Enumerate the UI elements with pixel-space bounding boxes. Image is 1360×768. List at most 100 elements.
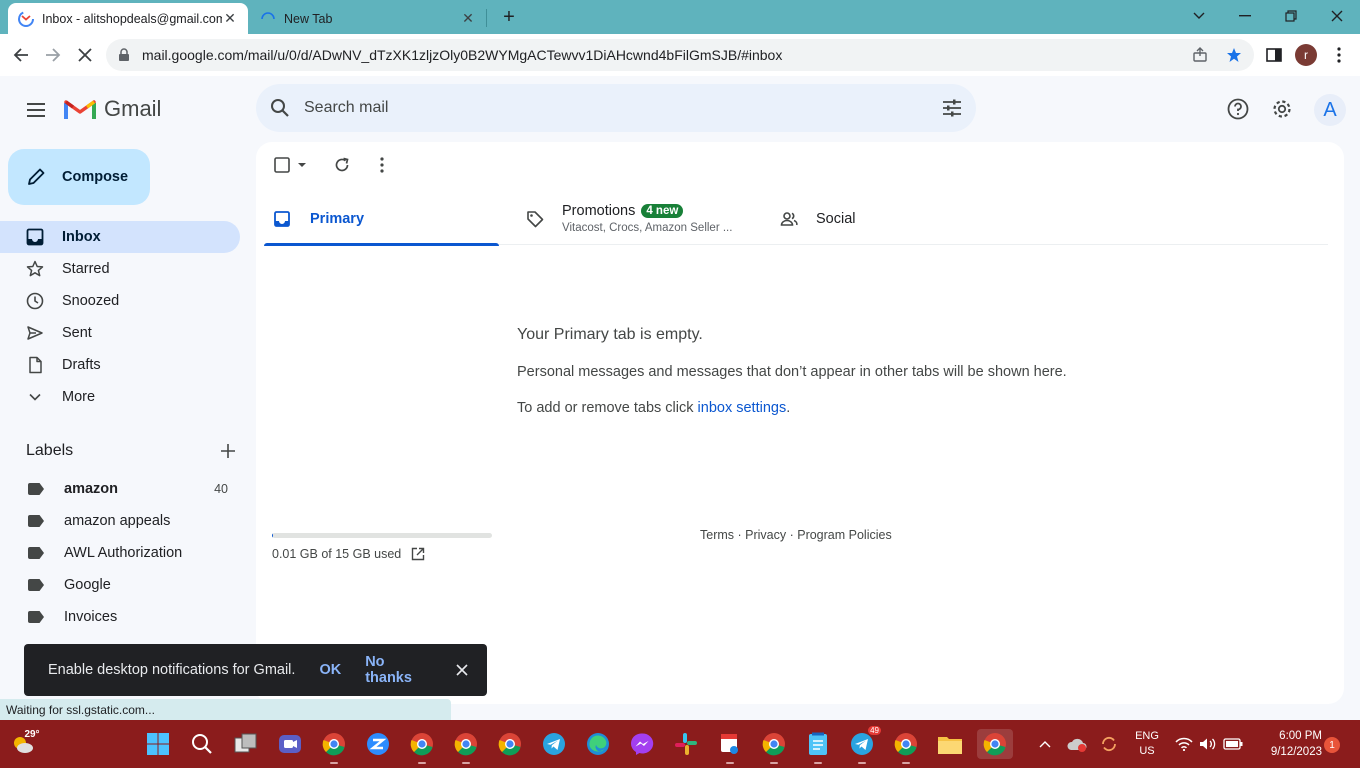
empty-state-title: Your Primary tab is empty. — [517, 326, 703, 343]
label-item-google[interactable]: Google — [0, 569, 240, 601]
chrome-profile-a-icon[interactable] — [319, 729, 349, 764]
inbox-icon — [26, 228, 44, 246]
battery-icon[interactable] — [1222, 720, 1244, 768]
refresh-icon[interactable] — [332, 154, 352, 176]
label-item-amazon[interactable]: amazon 40 — [0, 473, 240, 505]
sidebar-item-snoozed[interactable]: Snoozed — [0, 285, 240, 317]
browser-tab-new[interactable]: New Tab ✕ — [252, 3, 484, 34]
task-view-icon[interactable] — [231, 729, 261, 759]
chrome-profile-3-icon[interactable] — [451, 729, 481, 764]
telegram-icon[interactable] — [539, 729, 569, 759]
sidebar-item-inbox[interactable]: Inbox — [0, 221, 240, 253]
slack-icon[interactable] — [671, 729, 701, 759]
chrome-profile-2-icon[interactable] — [407, 729, 437, 764]
sidebar-item-starred[interactable]: Starred — [0, 253, 240, 285]
messenger-icon[interactable] — [627, 729, 657, 759]
tab-promotions[interactable]: Promotions 4 new Vitacost, Crocs, Amazon… — [526, 192, 766, 245]
close-tab-icon[interactable]: ✕ — [222, 10, 238, 27]
onedrive-icon[interactable] — [1064, 720, 1090, 768]
browser-tab-inbox[interactable]: Inbox - alitshopdeals@gmail.com ✕ — [8, 3, 248, 34]
compose-button[interactable]: Compose — [8, 149, 150, 205]
browser-tab-title: New Tab — [284, 11, 333, 26]
input-language-indicator[interactable]: ENG US — [1130, 720, 1164, 768]
notepad-icon[interactable] — [803, 729, 833, 764]
search-icon[interactable] — [270, 98, 290, 118]
gmail-m-icon — [64, 100, 96, 119]
privacy-link[interactable]: Privacy — [745, 528, 786, 542]
sidebar-item-drafts[interactable]: Drafts — [0, 349, 240, 381]
chrome-active-icon[interactable] — [977, 729, 1013, 759]
meet-now-icon[interactable] — [275, 729, 305, 759]
stop-loading-icon[interactable] — [72, 42, 98, 68]
add-label-plus-icon[interactable] — [220, 443, 236, 459]
minimize-icon[interactable] — [1230, 4, 1260, 28]
snipping-tool-icon[interactable] — [715, 729, 745, 764]
external-link-icon[interactable] — [411, 547, 425, 561]
label-item-invoices[interactable]: Invoices — [0, 601, 240, 633]
site-info-icon[interactable] — [118, 48, 130, 62]
chrome-profile-r-icon[interactable] — [759, 729, 789, 764]
empty-state-hint-suffix: . — [786, 400, 791, 416]
file-explorer-icon[interactable] — [935, 729, 965, 759]
main-menu-icon[interactable] — [22, 96, 50, 124]
restore-icon[interactable] — [1276, 4, 1306, 28]
share-icon[interactable] — [1192, 47, 1208, 63]
terms-link[interactable]: Terms — [700, 528, 734, 542]
edge-icon[interactable] — [583, 729, 613, 759]
search-bar[interactable] — [256, 84, 976, 132]
empty-state: Your Primary tab is empty. Personal mess… — [517, 326, 1217, 416]
help-icon[interactable] — [1225, 96, 1251, 122]
label-item-awl-authorization[interactable]: AWL Authorization — [0, 537, 240, 569]
chrome-menu-icon[interactable] — [1326, 42, 1352, 68]
volume-icon[interactable] — [1198, 720, 1218, 768]
chrome-profile-avatar[interactable]: r — [1295, 44, 1317, 66]
tab-search-chevron-icon[interactable] — [1184, 4, 1214, 28]
snackbar-no-thanks-button[interactable]: No thanks — [365, 654, 429, 686]
running-indicator — [814, 762, 822, 764]
search-options-icon[interactable] — [942, 98, 962, 118]
more-actions-icon[interactable] — [376, 154, 388, 176]
weather-widget[interactable]: 29° — [8, 729, 42, 759]
program-policies-link[interactable]: Program Policies — [797, 528, 891, 542]
url-text[interactable]: mail.google.com/mail/u/0/d/ADwNV_dTzXK1z… — [142, 47, 1192, 63]
address-bar[interactable]: mail.google.com/mail/u/0/d/ADwNV_dTzXK1z… — [106, 39, 1254, 71]
loading-icon — [261, 11, 275, 19]
system-clock[interactable]: 6:00 PM 9/12/2023 — [1252, 728, 1322, 760]
zoom-app-icon[interactable] — [363, 729, 393, 759]
region-code: US — [1139, 745, 1155, 757]
start-windows-icon[interactable] — [143, 729, 173, 759]
google-account-avatar[interactable]: A — [1314, 94, 1346, 126]
browser-tab-title: Inbox - alitshopdeals@gmail.com — [42, 11, 222, 26]
snackbar-close-icon[interactable] — [453, 660, 471, 680]
label-tag-icon — [28, 611, 44, 623]
close-window-icon[interactable] — [1322, 4, 1352, 28]
sidebar-item-sent[interactable]: Sent — [0, 317, 240, 349]
label-item-amazon-appeals[interactable]: amazon appeals — [0, 505, 240, 537]
search-taskbar-icon[interactable] — [187, 729, 217, 759]
bookmark-star-icon[interactable] — [1226, 47, 1242, 63]
select-all-checkbox[interactable] — [274, 154, 308, 176]
browser-toolbar: mail.google.com/mail/u/0/d/ADwNV_dTzXK1z… — [0, 34, 1360, 76]
search-input[interactable] — [304, 99, 942, 117]
sync-icon[interactable] — [1098, 720, 1120, 768]
label-name: Google — [64, 577, 111, 593]
new-tab-plus-icon[interactable]: + — [498, 6, 520, 28]
chevron-down-icon — [29, 393, 41, 401]
inbox-settings-link[interactable]: inbox settings — [698, 400, 787, 416]
tab-social[interactable]: Social — [780, 192, 980, 245]
settings-gear-icon[interactable] — [1269, 96, 1295, 122]
notification-count-badge[interactable]: 1 — [1324, 737, 1340, 753]
close-tab-icon[interactable]: ✕ — [460, 10, 476, 27]
show-hidden-icons-chevron[interactable] — [1036, 720, 1054, 768]
chrome-profile-4-icon[interactable] — [495, 729, 525, 759]
chrome-profile-5-icon[interactable] — [891, 729, 921, 764]
forward-arrow-icon[interactable] — [40, 42, 66, 68]
tab-primary[interactable]: Primary — [264, 192, 499, 246]
back-arrow-icon[interactable] — [8, 42, 34, 68]
gmail-logo[interactable]: Gmail — [64, 96, 161, 122]
sidebar-item-more[interactable]: More — [0, 381, 240, 413]
side-panel-icon[interactable] — [1261, 42, 1287, 68]
telegram-2-icon[interactable]: 49 — [847, 726, 881, 764]
snackbar-ok-button[interactable]: OK — [319, 662, 341, 678]
wifi-icon[interactable] — [1174, 720, 1194, 768]
